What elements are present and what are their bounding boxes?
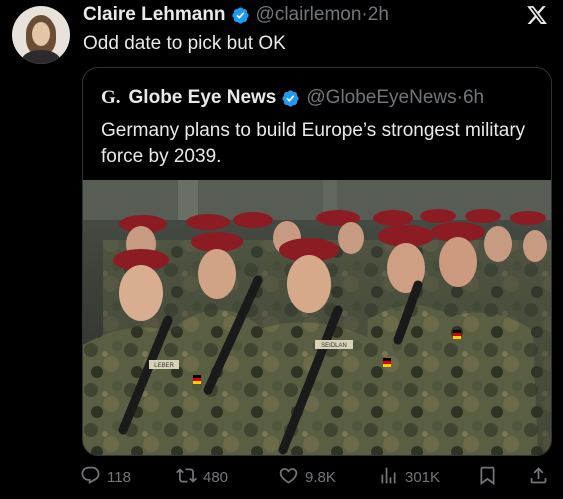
soldiers-photo[interactable]: LEBER SEIDLAN	[83, 180, 552, 456]
views-count: 301K	[405, 468, 441, 486]
x-logo-icon[interactable]	[526, 4, 548, 26]
name-tag: SEIDLAN	[321, 343, 347, 349]
bookmark-icon	[477, 465, 498, 490]
reply-icon	[80, 465, 101, 490]
quoted-tweet-header: G. Globe Eye News @GlobeEyeNews·6h	[101, 87, 484, 109]
quoted-author-name[interactable]: Globe Eye News	[129, 87, 277, 109]
reply-count: 118	[107, 468, 131, 486]
verified-badge-icon	[281, 89, 300, 108]
quoted-tweet-card[interactable]: G. Globe Eye News @GlobeEyeNews·6h Germa…	[82, 67, 552, 456]
quoted-author-handle[interactable]: @GlobeEyeNews·6h	[306, 87, 484, 109]
repost-button[interactable]: 480	[176, 462, 228, 492]
tweet-text: Odd date to pick but OK	[83, 33, 286, 54]
reply-button[interactable]: 118	[80, 462, 131, 492]
share-icon	[528, 465, 549, 490]
like-count: 9.8K	[305, 468, 336, 486]
author-name[interactable]: Claire Lehmann	[83, 4, 226, 26]
bookmark-button[interactable]	[477, 462, 498, 492]
author-handle[interactable]: @clairlemon·2h	[256, 4, 389, 26]
like-button[interactable]: 9.8K	[278, 462, 336, 492]
heart-icon	[278, 465, 299, 490]
globe-eye-logo: G.	[101, 87, 121, 108]
avatar[interactable]	[12, 6, 70, 64]
share-button[interactable]	[528, 462, 549, 492]
action-bar: 118 480 9.8K 301K	[80, 462, 558, 492]
quoted-tweet-text: Germany plans to build Europe’s stronges…	[101, 120, 526, 167]
repost-count: 480	[203, 468, 229, 486]
verified-badge-icon	[231, 6, 250, 25]
tweet-header: Claire Lehmann @clairlemon·2h	[83, 3, 389, 27]
name-tag: LEBER	[154, 363, 174, 369]
views-button[interactable]: 301K	[378, 462, 440, 492]
repost-icon	[176, 465, 197, 490]
views-icon	[378, 465, 399, 490]
